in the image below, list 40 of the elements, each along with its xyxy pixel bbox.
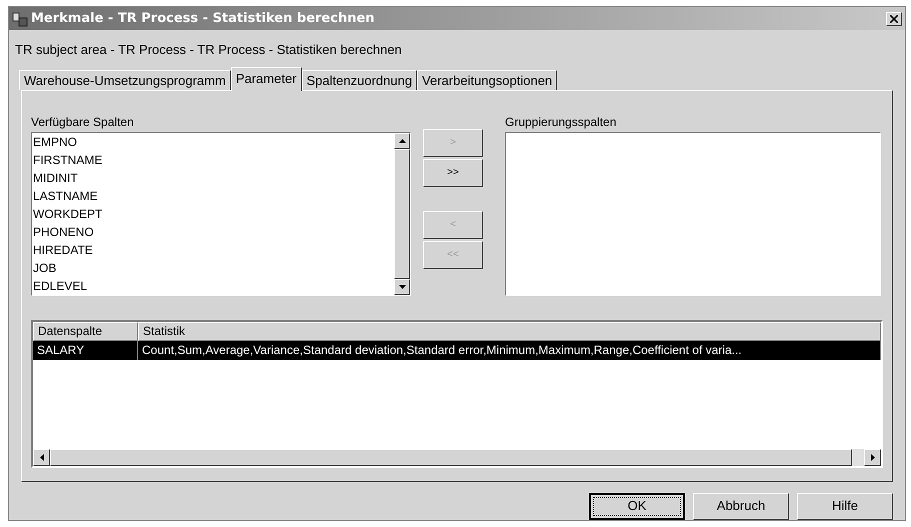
column-header[interactable]: Statistik <box>138 322 881 340</box>
list-item[interactable]: HIREDATE <box>32 240 394 258</box>
tab[interactable]: Verarbeitungsoptionen <box>417 70 558 90</box>
scroll-left-button[interactable] <box>33 448 50 466</box>
close-icon <box>890 14 898 22</box>
move-button[interactable]: >> <box>423 158 483 186</box>
table-row[interactable]: SALARY Count,Sum,Average,Variance,Standard deviation,Standard error,Minimum,Maximum,Range,Coefficient of varia... <box>33 340 881 360</box>
scroll-up-button[interactable] <box>394 132 410 148</box>
window-icon <box>12 10 28 26</box>
list-item[interactable]: EDLEVEL <box>32 276 394 294</box>
dialog-button[interactable]: Abbruch <box>693 492 789 520</box>
column-header[interactable]: Datenspalte <box>33 322 138 340</box>
tab[interactable]: Warehouse-Umsetzungsprogramm <box>19 70 231 90</box>
list-item[interactable]: WORKDEPT <box>32 204 394 222</box>
tab[interactable]: Parameter <box>230 66 302 90</box>
list-item[interactable]: FIRSTNAME <box>32 150 394 168</box>
close-button[interactable] <box>886 12 902 26</box>
list-label: Gruppierungsspalten <box>505 114 618 130</box>
tab[interactable]: Spaltenzuordnung <box>302 70 418 90</box>
list-item[interactable]: JOB <box>32 258 394 276</box>
window-title: Merkmale - TR Process - Statistiken berechnen <box>31 10 375 28</box>
dialog-button[interactable]: OK <box>589 492 685 520</box>
subtitle: TR subject area - TR Process - TR Process - Statistiken berechnen <box>15 41 403 59</box>
scroll-down-button[interactable] <box>394 278 410 294</box>
up-arrow-icon <box>398 138 406 142</box>
left-arrow-icon <box>40 454 44 460</box>
down-arrow-icon <box>398 284 406 288</box>
list-item[interactable]: EMPNO <box>32 132 394 150</box>
list-item[interactable]: MIDINIT <box>32 168 394 186</box>
right-arrow-icon <box>870 454 874 460</box>
scroll-right-button[interactable] <box>864 448 881 466</box>
list-item[interactable]: PHONENO <box>32 222 394 240</box>
scroll-thumb[interactable] <box>394 148 410 278</box>
dialog-button[interactable]: Hilfe <box>797 492 893 520</box>
available-columns-list[interactable]: EMPNO FIRSTNAME MIDINIT LASTNAME WORKDEPT PHONENO HIREDATE JOB EDLEVEL <box>31 132 411 296</box>
list-label: Verfügbare Spalten <box>31 114 135 130</box>
table-cell: Count,Sum,Average,Variance,Standard deviation,Standard error,Minimum,Maximum,Range,Coefficient of varia... <box>138 340 881 360</box>
list-item[interactable]: LASTNAME <box>32 186 394 204</box>
table-cell: SALARY <box>33 340 138 360</box>
vertical-scrollbar[interactable] <box>394 132 410 294</box>
